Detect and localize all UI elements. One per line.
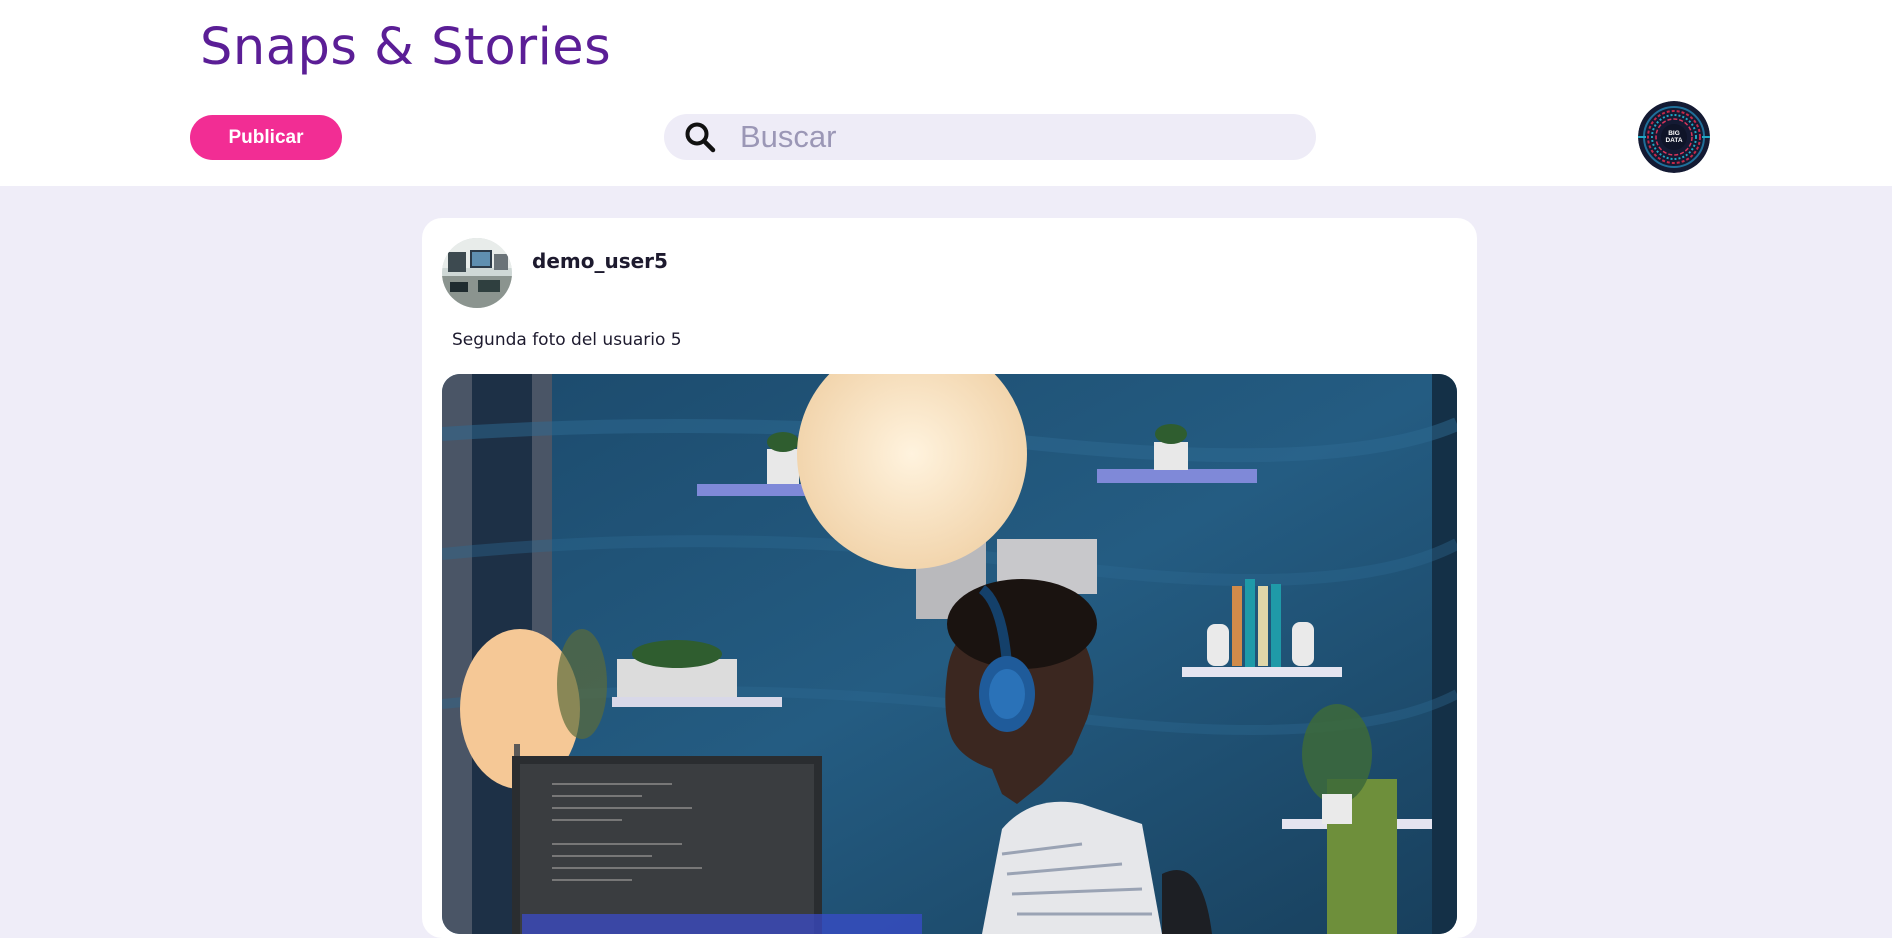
author-photo-icon xyxy=(442,238,512,308)
post-username[interactable]: demo_user5 xyxy=(532,249,668,273)
svg-text:DATA: DATA xyxy=(1665,137,1682,144)
search-input[interactable] xyxy=(740,119,1316,155)
post-author-avatar[interactable] xyxy=(442,238,512,308)
search-icon[interactable] xyxy=(684,121,716,153)
photo-man-with-headphones-icon xyxy=(442,374,1457,934)
post-card: demo_user5 Segunda foto del usuario 5 xyxy=(422,218,1477,938)
big-data-avatar-icon: BIG DATA xyxy=(1638,101,1710,173)
publish-button[interactable]: Publicar xyxy=(190,115,342,160)
search-bar xyxy=(664,114,1316,160)
svg-text:BIG: BIG xyxy=(1668,130,1680,137)
post-caption: Segunda foto del usuario 5 xyxy=(452,330,682,350)
top-header: Snaps & Stories Publicar BIG DATA xyxy=(0,0,1892,186)
site-logo-title[interactable]: Snaps & Stories xyxy=(200,18,611,77)
user-avatar[interactable]: BIG DATA xyxy=(1638,101,1710,173)
post-photo[interactable] xyxy=(442,374,1457,934)
